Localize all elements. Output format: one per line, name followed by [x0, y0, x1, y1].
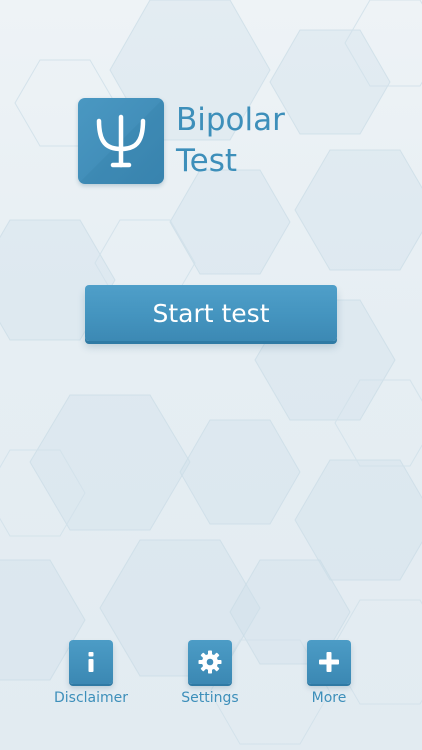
app-title-line2: Test: [176, 143, 238, 179]
disclaimer-label: Disclaimer: [53, 690, 129, 706]
disclaimer-tile[interactable]: [69, 640, 113, 684]
disclaimer-button[interactable]: Disclaimer: [41, 638, 141, 714]
psi-icon: [96, 114, 146, 168]
more-label: More: [311, 690, 347, 706]
start-test-button[interactable]: Start test: [85, 285, 337, 341]
info-icon: [88, 652, 94, 672]
settings-tile[interactable]: [188, 640, 232, 684]
app-title: Bipolar Test: [176, 100, 285, 182]
more-button[interactable]: More: [279, 638, 379, 714]
plus-icon: [319, 652, 339, 672]
bottom-nav: Disclaimer Settings More: [0, 638, 422, 718]
more-tile[interactable]: [307, 640, 351, 684]
app-title-line1: Bipolar: [176, 102, 285, 138]
settings-button[interactable]: Settings: [160, 638, 260, 714]
settings-label: Settings: [181, 690, 239, 706]
app-logo: [78, 98, 164, 184]
gear-icon: [198, 650, 222, 674]
